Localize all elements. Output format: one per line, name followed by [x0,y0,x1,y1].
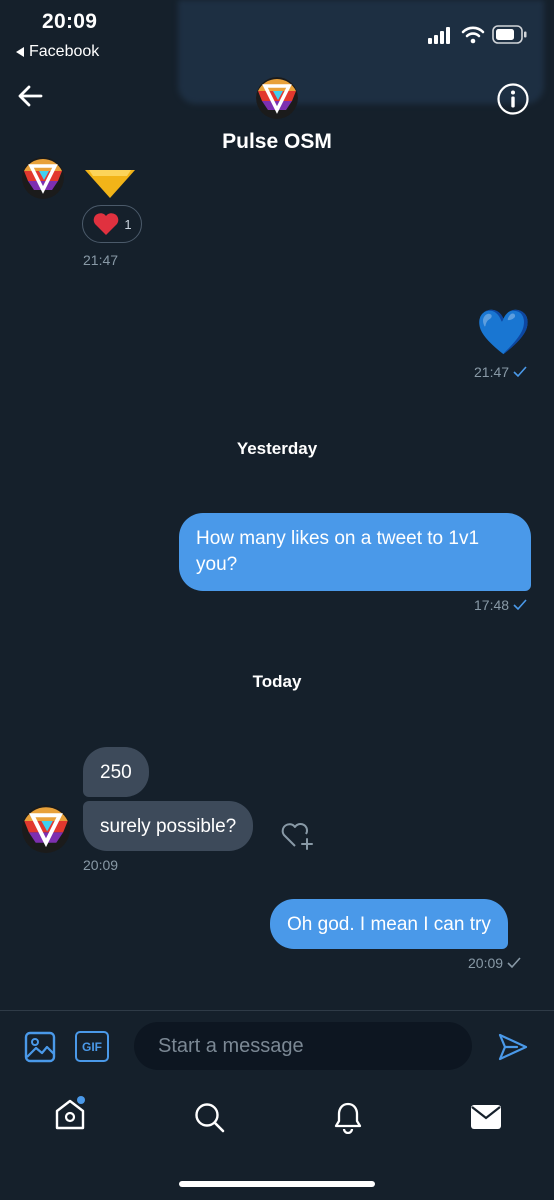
message-meta: 17:48 [474,597,527,613]
message-meta: 20:09 [468,955,521,971]
message-text: Oh god. I mean I can try [287,914,491,935]
checkmark-icon [507,957,521,969]
message-meta: 21:47 [474,364,527,380]
outgoing-message-bubble[interactable]: Oh god. I mean I can try [270,899,508,949]
message-timestamp: 20:09 [468,955,504,971]
heart-icon [94,213,119,235]
signal-icon [428,27,450,44]
message-timestamp: 21:47 [83,252,119,268]
yellow-heart-emoji[interactable] [85,164,135,200]
send-icon[interactable] [497,1032,529,1062]
message-input[interactable]: Start a message [134,1022,472,1070]
add-reaction-icon[interactable] [280,819,316,851]
info-icon[interactable] [496,82,530,116]
date-divider-yesterday: Yesterday [236,439,318,458]
blurred-notification-overlay [178,0,544,104]
message-timestamp: 21:47 [474,364,510,380]
home-icon[interactable] [53,1096,87,1132]
reaction-count: 1 [124,216,132,232]
checkmark-icon [513,599,527,611]
message-text-line: How many likes on a tweet to 1v1 [196,528,480,549]
wifi-icon [461,26,485,44]
outgoing-message-bubble[interactable]: How many likes on a tweet to 1v1 you? [179,513,531,591]
incoming-message-bubble[interactable]: 250 [83,747,149,797]
bell-icon[interactable] [333,1100,363,1134]
image-icon[interactable] [24,1031,56,1063]
date-divider-today: Today [252,672,302,691]
mail-icon[interactable] [470,1104,502,1130]
message-input-placeholder: Start a message [158,1034,304,1057]
back-arrow-icon[interactable] [14,80,46,112]
incoming-message-bubble[interactable]: surely possible? [83,801,254,851]
checkmark-icon [513,366,527,378]
status-time: 20:09 [42,10,98,33]
message-timestamp: 17:48 [474,597,510,613]
conversation-title[interactable]: Pulse OSM [0,130,554,154]
sender-avatar[interactable] [22,157,64,199]
message-text: surely possible? [100,816,237,837]
search-icon[interactable] [193,1101,225,1133]
sender-avatar[interactable] [22,805,70,853]
message-text: 250 [100,762,132,783]
heart-reaction-badge[interactable]: 1 [82,205,142,243]
message-timestamp: 20:09 [83,857,119,873]
header-avatar[interactable] [256,77,298,119]
gif-icon[interactable]: GIF [75,1031,109,1062]
composer-divider [0,1010,554,1011]
back-triangle-icon [16,47,24,57]
blue-heart-emoji[interactable]: 💙 [476,305,531,361]
back-app-label: Facebook [29,43,100,60]
back-to-app-link[interactable]: Facebook [16,43,99,61]
battery-icon [492,25,527,44]
gif-label: GIF [82,1039,102,1054]
message-text-line: you? [196,554,238,575]
home-indicator [179,1181,375,1187]
